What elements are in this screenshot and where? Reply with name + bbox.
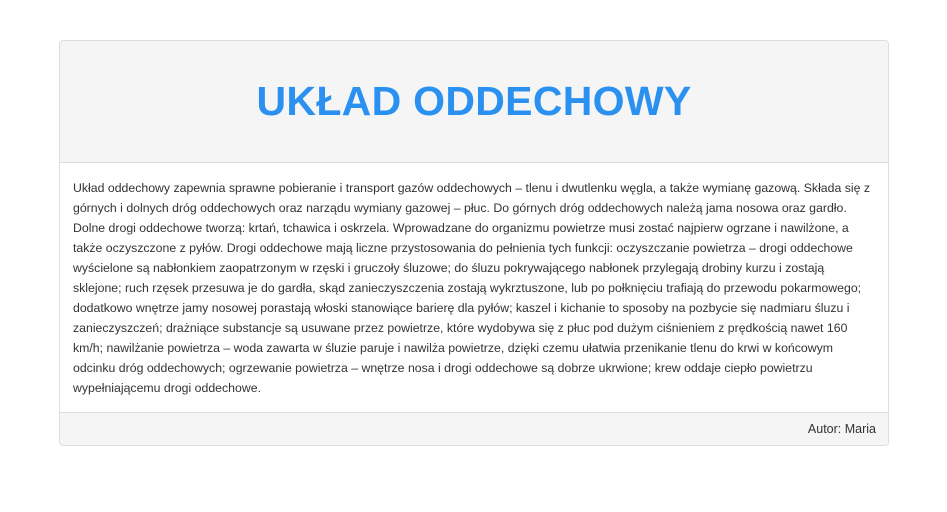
article-panel: UKŁAD ODDECHOWY Układ oddechowy zapewnia… [59, 40, 889, 446]
panel-footer: Autor: Maria [60, 412, 888, 445]
panel-heading: UKŁAD ODDECHOWY [60, 41, 888, 163]
author-label: Autor: Maria [807, 422, 876, 436]
article-text: Układ oddechowy zapewnia sprawne pobiera… [73, 181, 871, 395]
panel-body: Układ oddechowy zapewnia sprawne pobiera… [60, 163, 888, 412]
page-title: UKŁAD ODDECHOWY [256, 78, 692, 124]
